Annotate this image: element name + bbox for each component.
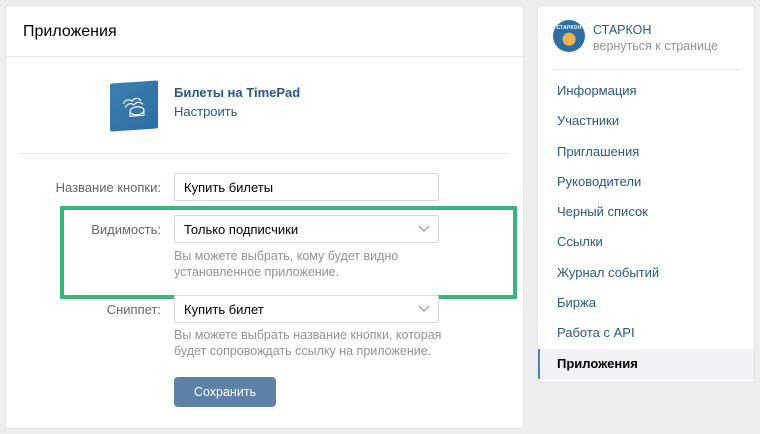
chevron-down-icon — [418, 305, 430, 312]
chevron-down-icon — [418, 225, 430, 232]
sidebar-item-invitations[interactable]: Приглашения — [538, 137, 754, 167]
save-button[interactable]: Сохранить — [174, 377, 276, 407]
timepad-app-icon — [110, 80, 158, 132]
sidebar-item-apps[interactable]: Приложения — [538, 348, 754, 380]
snippet-label: Сниппет: — [106, 302, 161, 317]
back-to-page-link[interactable]: вернуться к странице — [593, 39, 718, 53]
sidebar-item-api[interactable]: Работа с API — [538, 318, 754, 348]
page-title: Приложения — [6, 6, 523, 57]
group-sidebar: СТАРКОН СТАРКОН вернуться к странице Инф… — [537, 5, 755, 383]
button-name-input[interactable] — [174, 173, 439, 201]
visibility-select-value: Только подписчики — [184, 222, 299, 237]
divider — [19, 153, 510, 154]
sidebar-item-blacklist[interactable]: Черный список — [538, 197, 754, 227]
avatar[interactable]: СТАРКОН — [553, 20, 585, 52]
sidebar-item-info[interactable]: Информация — [538, 76, 754, 106]
sidebar-item-managers[interactable]: Руководители — [538, 167, 754, 197]
sidebar-menu: Информация Участники Приглашения Руковод… — [538, 76, 754, 380]
app-name[interactable]: Билеты на TimePad — [174, 85, 300, 100]
snippet-select-value: Купить билет — [184, 302, 264, 317]
sidebar-item-market[interactable]: Биржа — [538, 288, 754, 318]
visibility-label: Видимость: — [91, 222, 161, 237]
snippet-select[interactable]: Купить билет — [174, 295, 439, 323]
app-settings-link[interactable]: Настроить — [174, 104, 238, 119]
avatar-text: СТАРКОН — [556, 25, 582, 31]
visibility-select[interactable]: Только подписчики — [174, 215, 439, 243]
visibility-hint: Вы можете выбрать, кому будет видно уста… — [174, 249, 399, 279]
app-settings-panel: Приложения Билеты на TimePad Настроить Н… — [5, 5, 524, 429]
button-name-label: Название кнопки: — [55, 180, 161, 195]
divider — [553, 69, 741, 70]
snippet-hint: Вы можете выбрать название кнопки, котор… — [174, 328, 442, 358]
sidebar-item-members[interactable]: Участники — [538, 106, 754, 136]
sidebar-item-links[interactable]: Ссылки — [538, 227, 754, 257]
group-name[interactable]: СТАРКОН — [593, 23, 651, 37]
sidebar-item-event-log[interactable]: Журнал событий — [538, 258, 754, 288]
